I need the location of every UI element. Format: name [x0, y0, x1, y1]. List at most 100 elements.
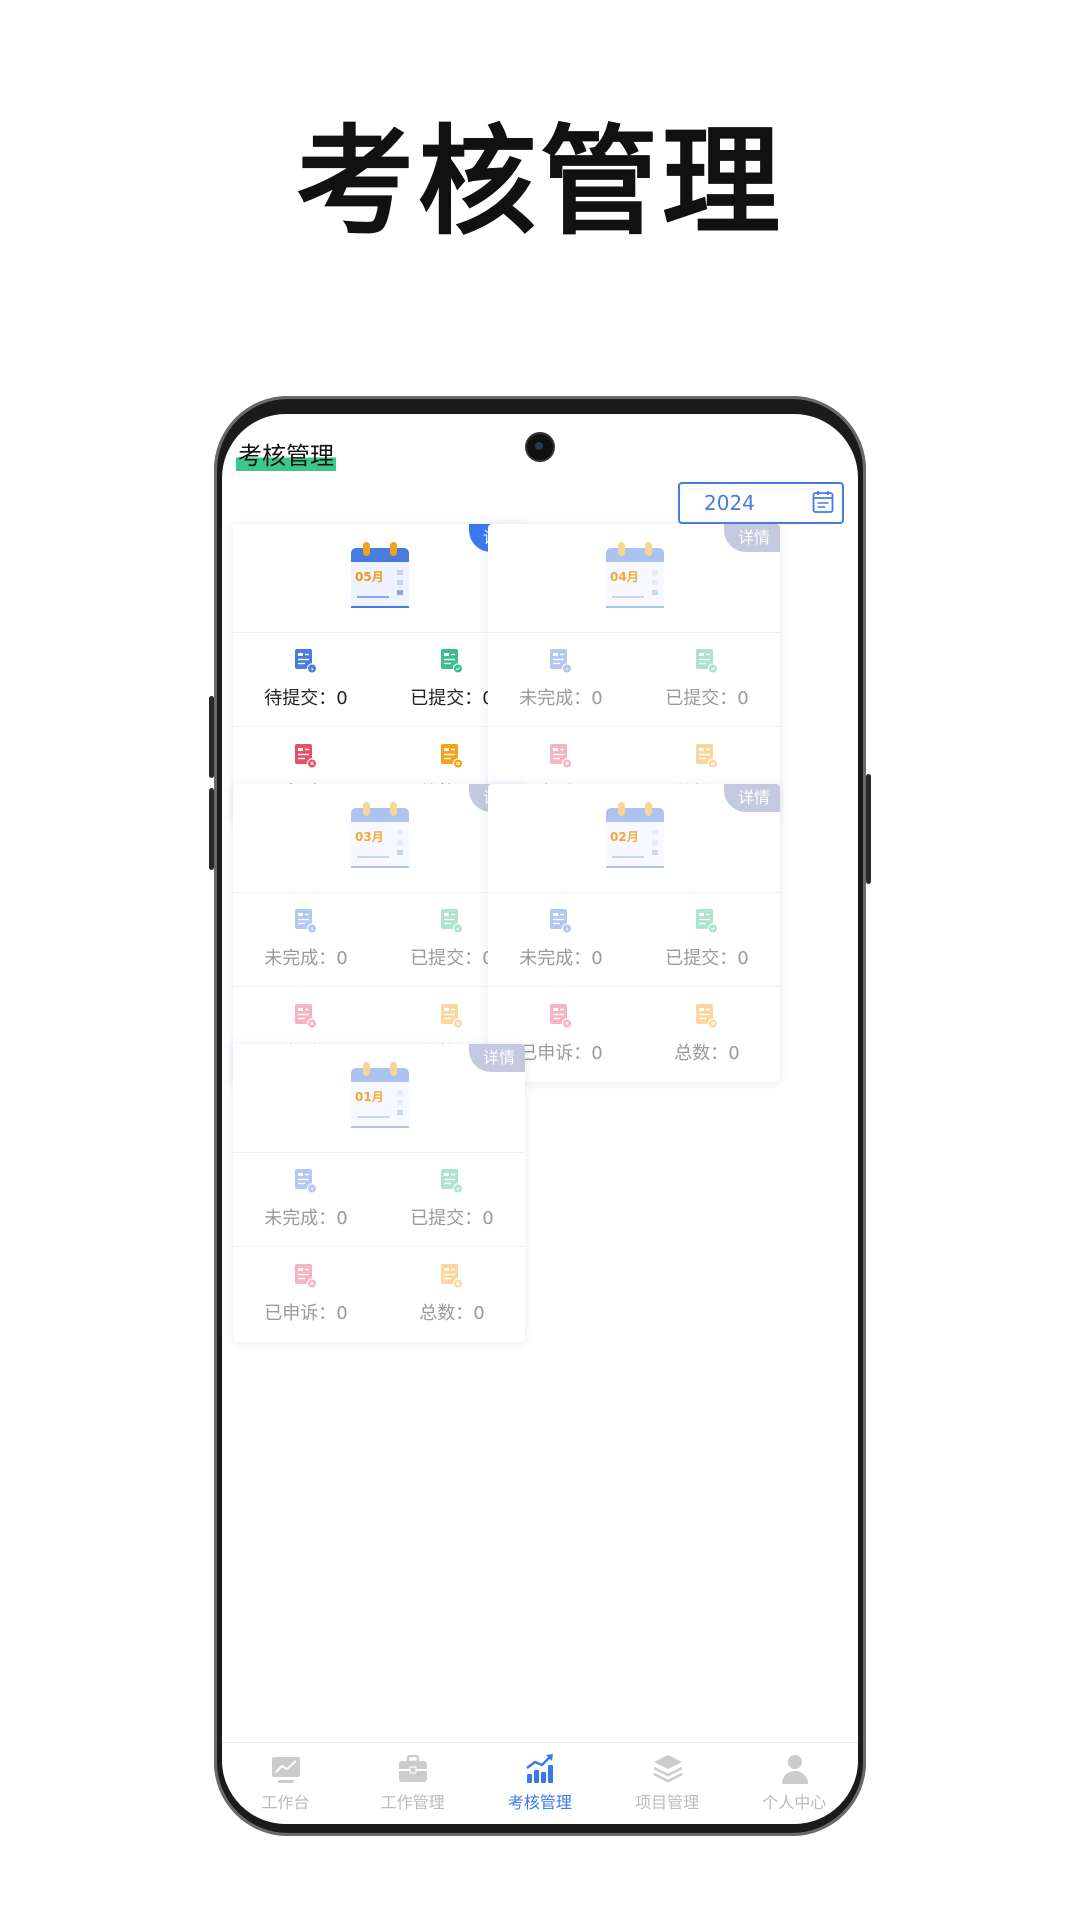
detail-button[interactable]: 详情	[469, 1044, 525, 1072]
stat-value: 0	[336, 1303, 348, 1324]
card-header: 04月 详情	[488, 524, 780, 633]
stat-item: 总数：0	[379, 1247, 525, 1341]
briefcase-icon	[397, 1753, 429, 1785]
stat-row: 未完成：0 已提交：0	[233, 892, 525, 987]
stat-label: 待提交	[264, 688, 319, 709]
submitted-doc-icon	[440, 908, 464, 934]
assessment-month-card[interactable]: 05月 详情 待提交：0 已提交：0	[233, 524, 525, 822]
stat-item: 总数：0	[634, 987, 780, 1081]
tab-item[interactable]: 个人中心	[731, 1743, 858, 1824]
assessment-month-card[interactable]: 02月 详情 未完成：0 已提交：0 已申诉：0 总数：0	[488, 784, 780, 1082]
stat-label: 未完成	[519, 688, 574, 709]
card-header: 05月 详情	[233, 524, 525, 633]
stat-value: 0	[728, 1043, 740, 1064]
stat-label: 未完成	[264, 948, 319, 969]
appeal-doc-icon	[549, 743, 573, 769]
detail-button[interactable]: 详情	[724, 524, 780, 552]
stat-value: 0	[336, 948, 348, 969]
stat-label: 已申诉	[519, 1043, 574, 1064]
stat-item: 未完成：0	[233, 1152, 379, 1246]
stat-value: 0	[591, 948, 603, 969]
user-icon	[779, 1753, 811, 1785]
stat-value: 0	[737, 948, 749, 969]
stat-value: 0	[737, 688, 749, 709]
pending-doc-icon	[549, 908, 573, 934]
stat-text: 已提交：0	[665, 948, 749, 969]
calendar-icon	[812, 491, 834, 513]
tab-item[interactable]: 考核管理	[476, 1743, 603, 1824]
submitted-doc-icon	[440, 648, 464, 674]
stat-text: 已申诉：0	[264, 1303, 348, 1324]
stat-row: 未完成：0 已提交：0	[233, 1152, 525, 1247]
chart-monitor-icon	[270, 1753, 302, 1785]
stat-item: 待提交：0	[233, 632, 379, 726]
total-doc-icon	[440, 743, 464, 769]
assessment-month-card[interactable]: 04月 详情 未完成：0 已提交：0	[488, 524, 780, 822]
month-label: 04月	[610, 570, 639, 584]
stat-item: 未完成：0	[488, 632, 634, 726]
detail-button[interactable]: 详情	[724, 784, 780, 812]
bar-chart-trend-icon	[524, 1753, 556, 1785]
stat-value: 0	[336, 688, 348, 709]
layers-icon	[652, 1753, 684, 1785]
assessment-month-card[interactable]: 01月 详情 未完成：0 已提交：0 已申诉：0 总数：0	[233, 1044, 525, 1342]
card-header: 01月 详情	[233, 1044, 525, 1153]
front-camera	[527, 434, 553, 460]
stat-value: 0	[591, 688, 603, 709]
stat-item: 已申诉：0	[233, 1247, 379, 1341]
stat-value: 0	[336, 1208, 348, 1229]
pending-doc-icon	[549, 648, 573, 674]
submitted-doc-icon	[440, 1168, 464, 1194]
month-label: 02月	[610, 830, 639, 844]
tab-label: 个人中心	[762, 1793, 827, 1812]
appeal-doc-icon	[294, 1003, 318, 1029]
submitted-doc-icon	[695, 908, 719, 934]
phone-frame: 考核管理 2024 05月 详情	[209, 396, 871, 1836]
stat-row: 未完成：0 已提交：0	[488, 632, 780, 727]
year-picker[interactable]: 2024	[678, 482, 844, 524]
stat-text: 已提交：0	[410, 1208, 494, 1229]
stat-label: 已提交	[410, 1208, 465, 1229]
stat-item: 未完成：0	[488, 892, 634, 986]
stat-text: 总数：0	[674, 1043, 740, 1064]
card-header: 02月 详情	[488, 784, 780, 893]
stat-value: 0	[482, 1208, 494, 1229]
year-value: 2024	[704, 491, 755, 515]
stat-label: 未完成	[519, 948, 574, 969]
appeal-doc-icon	[294, 743, 318, 769]
stat-item: 未完成：0	[233, 892, 379, 986]
stat-text: 已提交：0	[665, 688, 749, 709]
stat-label: 总数	[419, 1303, 456, 1324]
tab-item[interactable]: 项目管理	[604, 1743, 731, 1824]
stat-label: 已提交	[665, 948, 720, 969]
stat-label: 总数	[674, 1043, 711, 1064]
month-label: 05月	[355, 570, 384, 584]
total-doc-icon	[695, 1003, 719, 1029]
bottom-tab-bar: 工作台 工作管理 考核管理 项目管理 个人中心	[222, 1742, 858, 1824]
stat-text: 未完成：0	[519, 948, 603, 969]
stat-row: 已申诉：0 总数：0	[488, 987, 780, 1081]
assessment-month-card[interactable]: 03月 详情 未完成：0 已提交：0	[233, 784, 525, 1082]
promo-title: 考核管理	[295, 113, 784, 251]
card-header: 03月 详情	[233, 784, 525, 893]
stat-value: 0	[473, 1303, 485, 1324]
stat-text: 待提交：0	[264, 688, 348, 709]
phone-power-button	[866, 774, 871, 884]
total-doc-icon	[440, 1003, 464, 1029]
stat-text: 未完成：0	[264, 1208, 348, 1229]
stat-row: 待提交：0 已提交：0	[233, 632, 525, 727]
tab-label: 项目管理	[635, 1793, 700, 1812]
submitted-doc-icon	[695, 648, 719, 674]
stat-label: 已提交	[410, 688, 465, 709]
stat-text: 总数：0	[419, 1303, 485, 1324]
stat-label: 已申诉	[264, 1303, 319, 1324]
appeal-doc-icon	[294, 1263, 318, 1289]
stat-row: 未完成：0 已提交：0	[488, 892, 780, 987]
stat-value: 0	[591, 1043, 603, 1064]
stat-label: 未完成	[264, 1208, 319, 1229]
stat-label: 已提交	[410, 948, 465, 969]
stat-text: 未完成：0	[264, 948, 348, 969]
tab-item[interactable]: 工作台	[222, 1743, 349, 1824]
stat-label: 已提交	[665, 688, 720, 709]
tab-item[interactable]: 工作管理	[349, 1743, 476, 1824]
